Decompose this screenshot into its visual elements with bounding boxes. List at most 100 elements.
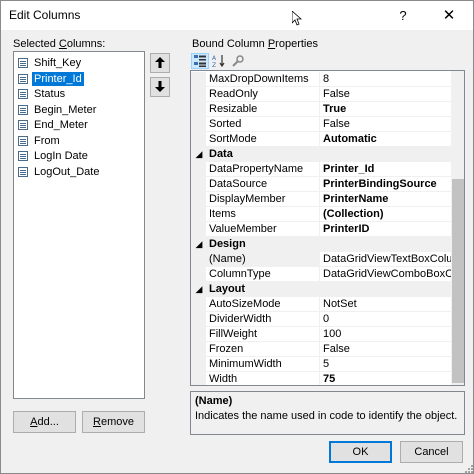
property-value[interactable]: False bbox=[321, 87, 451, 102]
row-margin bbox=[191, 252, 206, 267]
property-value[interactable]: True bbox=[321, 102, 451, 117]
property-value[interactable]: (Collection) bbox=[321, 207, 451, 222]
property-name[interactable]: MaxDropDownItems bbox=[206, 72, 320, 87]
property-name[interactable]: DisplayMember bbox=[206, 192, 320, 207]
help-button[interactable]: ? bbox=[381, 1, 425, 30]
column-label: LogOut_Date bbox=[34, 165, 100, 178]
property-name[interactable]: SortMode bbox=[206, 132, 320, 147]
property-row[interactable]: MinimumWidth 5 bbox=[191, 357, 451, 372]
property-value[interactable]: 5 bbox=[321, 357, 451, 372]
property-row[interactable]: DividerWidth 0 bbox=[191, 312, 451, 327]
property-name[interactable]: Frozen bbox=[206, 342, 320, 357]
close-button[interactable]: ✕ bbox=[427, 1, 471, 30]
property-row[interactable]: DataSource PrinterBindingSource bbox=[191, 177, 451, 192]
category-name: Layout bbox=[209, 283, 246, 295]
property-name[interactable]: MinimumWidth bbox=[206, 357, 320, 372]
property-row[interactable]: DisplayMember PrinterName bbox=[191, 192, 451, 207]
property-value[interactable]: PrinterName bbox=[321, 192, 451, 207]
property-name[interactable]: ReadOnly bbox=[206, 87, 320, 102]
property-row[interactable]: FillWeight 100 bbox=[191, 327, 451, 342]
property-value[interactable]: DataGridViewComboBoxColumn bbox=[321, 267, 451, 282]
property-name[interactable]: DataPropertyName bbox=[206, 162, 320, 177]
property-name[interactable]: Resizable bbox=[206, 102, 320, 117]
resize-grip-icon[interactable] bbox=[463, 463, 473, 473]
column-list-item[interactable]: LogOut_Date bbox=[16, 164, 142, 180]
property-row[interactable]: ReadOnly False bbox=[191, 87, 451, 102]
row-margin bbox=[191, 327, 206, 342]
property-value[interactable]: Automatic bbox=[321, 132, 451, 147]
property-grid-scrollbar[interactable] bbox=[451, 71, 464, 385]
property-value[interactable]: 75 bbox=[321, 372, 451, 385]
category-name: Data bbox=[209, 148, 233, 160]
property-row[interactable]: Width 75 bbox=[191, 372, 451, 385]
column-list-item[interactable]: Status bbox=[16, 86, 142, 102]
property-value[interactable]: PrinterBindingSource bbox=[321, 177, 451, 192]
ok-button[interactable]: OK bbox=[329, 441, 392, 463]
edit-columns-dialog: Edit Columns ? ✕ Selected Columns: Shift… bbox=[0, 0, 474, 474]
collapse-icon[interactable]: ◢ bbox=[193, 282, 205, 297]
property-row[interactable]: Items (Collection) bbox=[191, 207, 451, 222]
column-list-item[interactable]: From bbox=[16, 133, 142, 149]
property-row[interactable]: SortMode Automatic bbox=[191, 132, 451, 147]
add-button[interactable]: Add... bbox=[13, 411, 76, 433]
property-row[interactable]: MaxDropDownItems 8 bbox=[191, 72, 451, 87]
move-down-button[interactable] bbox=[150, 77, 170, 97]
move-up-button[interactable] bbox=[150, 53, 170, 73]
property-grid[interactable]: Width 75 MinimumWidth 5 Frozen False FillWeigh… bbox=[190, 70, 465, 386]
property-row[interactable]: DataPropertyName Printer_Id bbox=[191, 162, 451, 177]
collapse-icon[interactable]: ◢ bbox=[193, 237, 205, 252]
property-name[interactable]: Sorted bbox=[206, 117, 320, 132]
category-row-data[interactable]: ◢ Data bbox=[191, 147, 451, 162]
property-name[interactable]: Items bbox=[206, 207, 320, 222]
property-name[interactable]: Width bbox=[206, 372, 320, 385]
column-label: Status bbox=[34, 88, 66, 100]
column-list-item[interactable]: Printer_Id bbox=[16, 71, 142, 87]
row-margin bbox=[191, 87, 206, 102]
property-name[interactable]: FillWeight bbox=[206, 327, 320, 342]
property-value[interactable]: 8 bbox=[321, 72, 451, 87]
column-label: Shift_Key bbox=[34, 57, 82, 69]
title-bar[interactable]: Edit Columns ? ✕ bbox=[1, 1, 473, 30]
property-row[interactable]: ValueMember PrinterID bbox=[191, 222, 451, 237]
arrow-down-icon bbox=[155, 81, 165, 92]
property-value[interactable]: NotSet bbox=[321, 297, 451, 312]
property-row[interactable]: Sorted False bbox=[191, 117, 451, 132]
selected-columns-list[interactable]: Shift_Key Printer_Id Status Begin_Meter End_… bbox=[13, 51, 145, 399]
property-name[interactable]: (Name) bbox=[206, 252, 320, 267]
property-name[interactable]: DataSource bbox=[206, 177, 320, 192]
property-row[interactable]: (Name)DataGridViewTextBoxColumn2 bbox=[191, 252, 451, 267]
property-name[interactable]: AutoSizeMode bbox=[206, 297, 320, 312]
column-icon bbox=[18, 120, 28, 130]
scrollbar-thumb[interactable] bbox=[452, 179, 464, 383]
property-name[interactable]: ValueMember bbox=[206, 222, 320, 237]
remove-button[interactable]: Remove bbox=[82, 411, 145, 433]
property-row[interactable]: ColumnTypeDataGridViewComboBoxColumn bbox=[191, 267, 451, 282]
column-label: Begin_Meter bbox=[34, 103, 97, 116]
property-value[interactable]: False bbox=[321, 342, 451, 357]
wrench-icon[interactable] bbox=[229, 53, 247, 69]
cancel-button[interactable]: Cancel bbox=[400, 441, 463, 463]
column-list-item[interactable]: Shift_Key bbox=[16, 55, 142, 71]
column-list-item[interactable]: LogIn Date bbox=[16, 148, 142, 164]
row-margin bbox=[191, 102, 206, 117]
alphabetical-icon[interactable]: AZ bbox=[210, 53, 228, 69]
property-value[interactable]: PrinterID bbox=[321, 222, 451, 237]
category-row-layout[interactable]: ◢ Layout bbox=[191, 282, 451, 297]
category-name: Design bbox=[209, 238, 246, 250]
property-name[interactable]: ColumnType bbox=[206, 267, 320, 282]
property-name[interactable]: DividerWidth bbox=[206, 312, 320, 327]
categorized-icon[interactable] bbox=[191, 53, 209, 69]
category-row-design[interactable]: ◢ Design bbox=[191, 237, 451, 252]
property-value[interactable]: 0 bbox=[321, 312, 451, 327]
property-value[interactable]: Printer_Id bbox=[321, 162, 451, 177]
property-value[interactable]: False bbox=[321, 117, 451, 132]
column-icon bbox=[18, 89, 28, 99]
property-value[interactable]: DataGridViewTextBoxColumn2 bbox=[321, 252, 451, 267]
collapse-icon[interactable]: ◢ bbox=[193, 147, 205, 162]
property-row[interactable]: Resizable True bbox=[191, 102, 451, 117]
column-list-item[interactable]: End_Meter bbox=[16, 117, 142, 133]
property-row[interactable]: AutoSizeMode NotSet bbox=[191, 297, 451, 312]
property-row[interactable]: Frozen False bbox=[191, 342, 451, 357]
column-list-item[interactable]: Begin_Meter bbox=[16, 102, 142, 118]
property-value[interactable]: 100 bbox=[321, 327, 451, 342]
